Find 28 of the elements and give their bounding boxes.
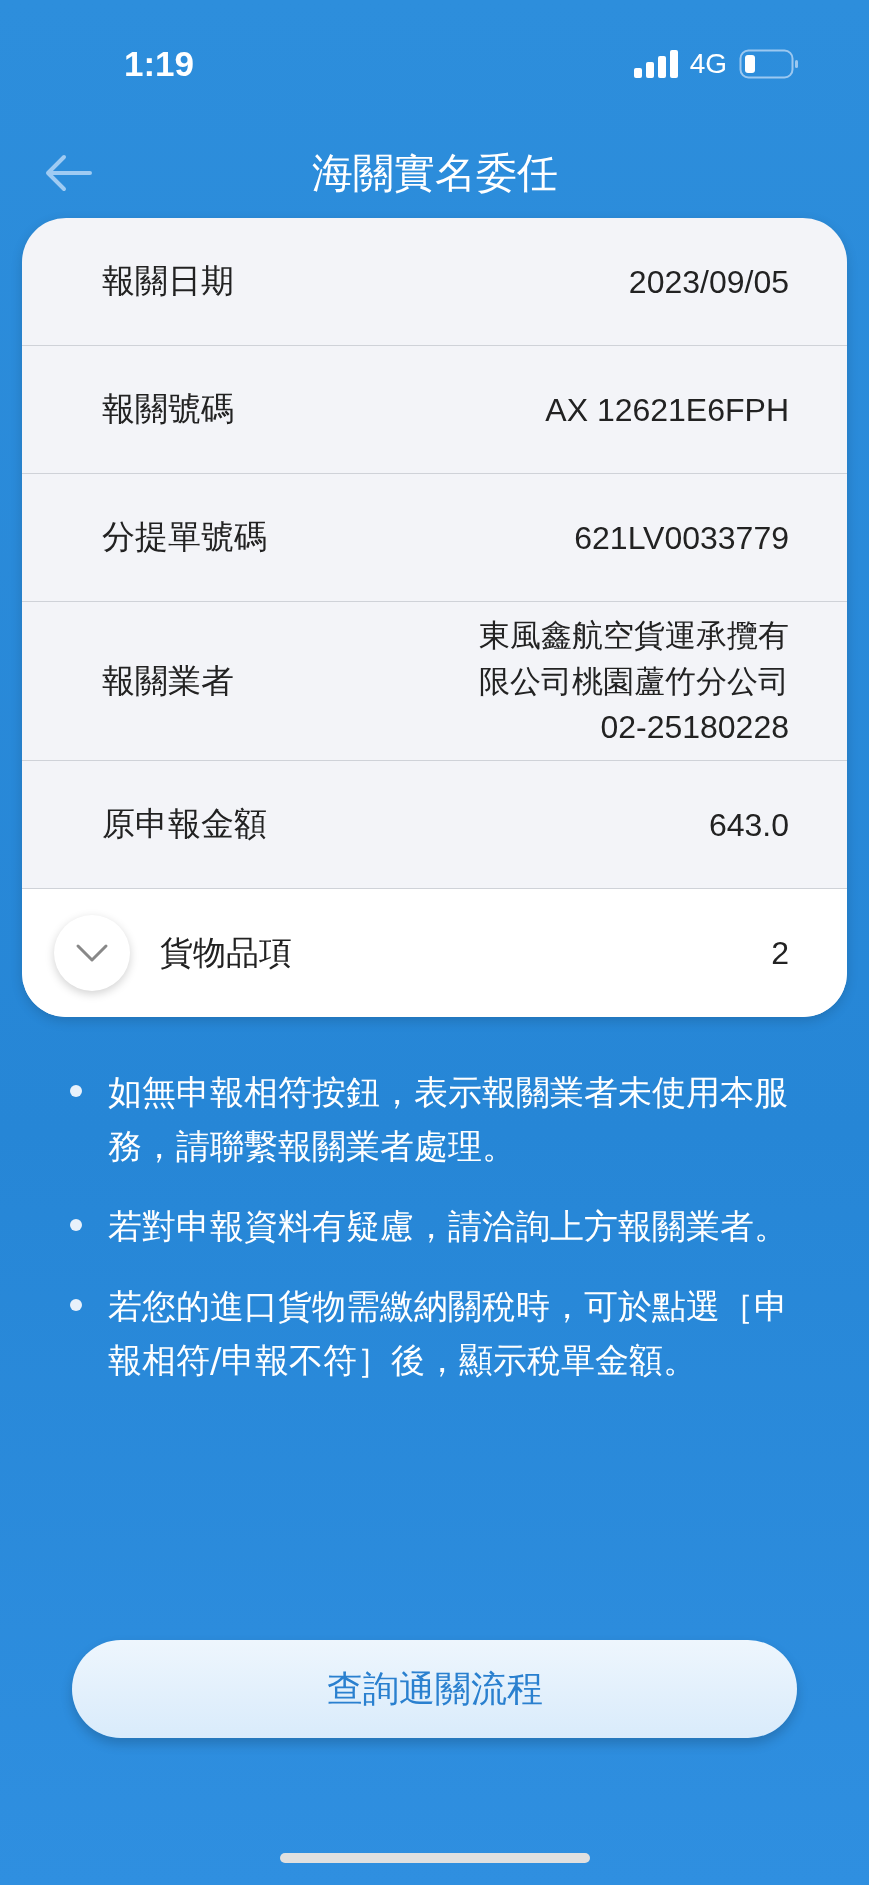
note-text: 若對申報資料有疑慮，請洽詢上方報關業者。 <box>108 1205 788 1248</box>
note-text: 若您的進口貨物需繳納關稅時，可於點選［申報相符/申報不符］後，顯示稅單金額。 <box>108 1285 789 1382</box>
field-label: 報關業者 <box>102 659 234 702</box>
field-value: 621LV0033779 <box>574 518 789 558</box>
field-label: 貨物品項 <box>160 931 292 974</box>
field-label: 報關日期 <box>102 260 234 302</box>
signal-icon <box>633 50 678 78</box>
field-value: 643.0 <box>708 805 789 845</box>
bullet-icon <box>70 1085 82 1097</box>
field-value: AX 12621E6FPH <box>545 390 789 430</box>
status-time: 1:19 <box>124 44 195 84</box>
field-value: 2 <box>771 934 789 973</box>
bullet-icon <box>70 1219 82 1231</box>
page-title: 海關實名委任 <box>311 147 558 199</box>
field-label: 分提單號碼 <box>102 516 267 558</box>
note-text: 如無申報相符按鈕，表示報關業者未使用本服務，請聯繫報關業者處理。 <box>108 1071 789 1168</box>
back-arrow-icon[interactable] <box>44 154 92 192</box>
phone-number: 02-25180228 <box>600 708 789 747</box>
bullet-icon <box>70 1299 82 1311</box>
field-label: 原申報金額 <box>102 803 267 845</box>
expand-button[interactable] <box>54 915 130 991</box>
battery-icon <box>739 49 799 79</box>
network-label: 4G <box>689 48 727 80</box>
chevron-icon <box>75 943 109 963</box>
field-value: 東風鑫航空貨運承攬有限公司桃園蘆竹分公司 <box>479 616 789 701</box>
field-label: 報關號碼 <box>102 388 234 430</box>
field-value: 2023/09/05 <box>628 262 789 302</box>
query-button[interactable]: 查詢通關流程 <box>72 1640 797 1738</box>
